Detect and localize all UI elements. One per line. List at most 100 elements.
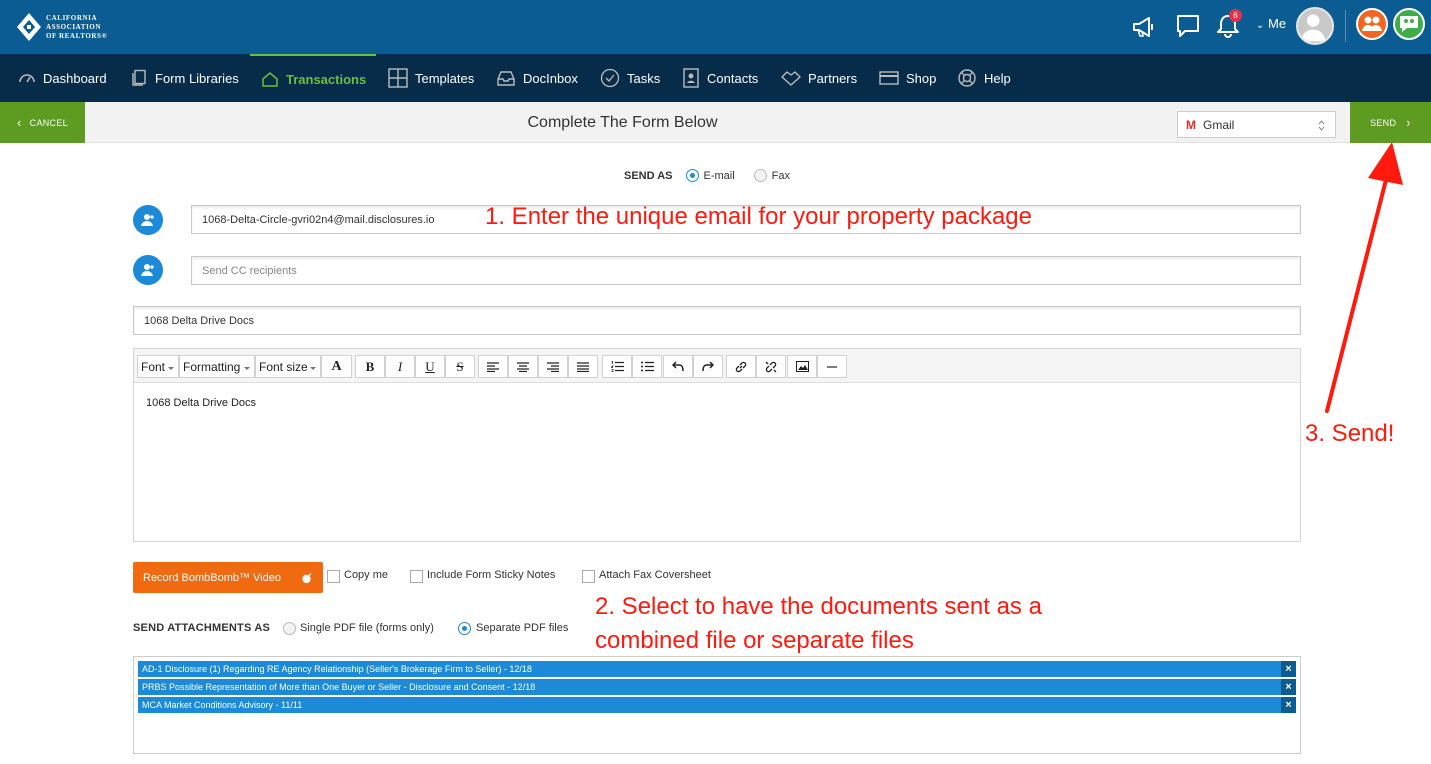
megaphone-icon[interactable]	[1131, 14, 1157, 40]
nav-label: Dashboard	[43, 70, 107, 86]
underline-icon[interactable]: U	[415, 355, 445, 378]
link-icon[interactable]	[726, 355, 756, 378]
email-radio-label[interactable]: E-mail	[704, 170, 735, 182]
text-color-icon[interactable]: A	[321, 355, 352, 378]
undo-icon[interactable]	[663, 355, 693, 378]
record-bombbomb-button[interactable]: Record BombBomb™ Video	[133, 562, 323, 593]
fax-coversheet-label[interactable]: Attach Fax Coversheet	[599, 569, 711, 581]
email-radio[interactable]	[685, 169, 699, 182]
copy-me-checkbox[interactable]	[327, 570, 340, 583]
message-editor: Font Formatting Font size A B I U S 1068…	[133, 348, 1301, 542]
add-cc-button[interactable]	[133, 255, 163, 285]
add-recipient-button[interactable]	[133, 205, 163, 235]
add-person-icon	[141, 214, 154, 226]
font-dropdown[interactable]: Font	[137, 355, 179, 378]
font-size-dropdown[interactable]: Font size	[255, 355, 321, 378]
copy-me-label[interactable]: Copy me	[344, 569, 388, 581]
nav-item-transactions[interactable]: Transactions	[250, 54, 376, 102]
send-label: SEND	[1370, 117, 1397, 128]
editor-toolbar: Font Formatting Font size A B I U S	[134, 349, 1300, 383]
send-button[interactable]: SEND ›	[1350, 102, 1431, 143]
cc-input[interactable]: Send CC recipients	[191, 256, 1301, 285]
align-right-icon[interactable]	[538, 355, 568, 378]
nav-item-shop[interactable]: Shop	[879, 54, 936, 102]
redo-icon[interactable]	[693, 355, 723, 378]
attachment-item[interactable]: PRBS Possible Representation of More tha…	[138, 679, 1296, 695]
nav-item-dashboard[interactable]: Dashboard	[18, 54, 107, 102]
house-icon	[262, 72, 278, 87]
me-menu[interactable]: ⌄ Me	[1256, 16, 1286, 31]
car-logo[interactable]: CALIFORNIA ASSOCIATION OF REALTORS®	[16, 9, 126, 45]
nav-item-partners[interactable]: Partners	[781, 54, 857, 102]
mail-provider-select[interactable]: M Gmail	[1177, 111, 1336, 138]
bombbomb-label: Record BombBomb™ Video	[143, 571, 281, 584]
avatar[interactable]	[1296, 7, 1334, 45]
separate-pdf-radio[interactable]	[458, 622, 471, 635]
cancel-button[interactable]: ‹ CANCEL	[0, 102, 85, 143]
action-bar: ‹ CANCEL Complete The Form Below M Gmail…	[0, 102, 1431, 143]
nav-item-help[interactable]: Help	[957, 54, 1011, 102]
single-pdf-label[interactable]: Single PDF file (forms only)	[300, 622, 434, 634]
select-arrows-icon	[1318, 120, 1325, 131]
align-left-icon[interactable]	[478, 355, 508, 378]
annotation-arrow	[1325, 142, 1403, 413]
nav-label: Transactions	[286, 71, 367, 87]
align-center-icon[interactable]	[508, 355, 538, 378]
person-silhouette-icon	[1300, 14, 1326, 42]
green-chat-app-icon[interactable]	[1393, 8, 1425, 40]
nav-label: Form Libraries	[155, 70, 239, 86]
nav-label: Help	[984, 70, 1011, 86]
unordered-list-icon[interactable]	[632, 355, 662, 378]
attachment-list: AD-1 Disclosure (1) Regarding RE Agency …	[133, 656, 1301, 754]
horizontal-rule-icon[interactable]	[817, 355, 847, 378]
bold-icon[interactable]: B	[355, 355, 385, 378]
fax-coversheet-checkbox[interactable]	[582, 570, 595, 583]
nav-label: Templates	[415, 70, 475, 86]
attachment-item[interactable]: AD-1 Disclosure (1) Regarding RE Agency …	[138, 661, 1296, 677]
strikethrough-icon[interactable]: S	[445, 355, 475, 378]
me-label: Me	[1268, 16, 1287, 31]
ordered-list-icon[interactable]	[602, 355, 632, 378]
attachment-item[interactable]: MCA Market Conditions Advisory - 11/11 ×	[138, 697, 1296, 713]
orange-app-icon[interactable]	[1356, 8, 1388, 40]
editor-body[interactable]: 1068 Delta Drive Docs	[146, 397, 256, 409]
send-attachments-label: SEND ATTACHMENTS AS	[133, 622, 271, 634]
sticky-notes-label[interactable]: Include Form Sticky Notes	[427, 569, 555, 581]
nav-item-docinbox[interactable]: DocInbox	[496, 54, 578, 102]
logo-text: CALIFORNIA ASSOCIATION OF REALTORS®	[46, 13, 108, 40]
fax-radio[interactable]	[753, 169, 767, 182]
image-icon[interactable]	[787, 355, 817, 378]
add-person-icon	[141, 264, 154, 276]
nav-item-tasks[interactable]: Tasks	[600, 54, 660, 102]
attachment-name: MCA Market Conditions Advisory - 11/11	[142, 700, 303, 710]
italic-icon[interactable]: I	[385, 355, 415, 378]
grid-icon	[388, 68, 408, 88]
bomb-icon	[302, 573, 312, 584]
single-pdf-radio[interactable]	[283, 622, 296, 635]
justify-icon[interactable]	[568, 355, 598, 378]
remove-attachment-icon[interactable]: ×	[1281, 697, 1296, 713]
inbox-icon	[497, 71, 515, 86]
attachment-name: AD-1 Disclosure (1) Regarding RE Agency …	[142, 664, 532, 674]
gmail-icon: M	[1186, 117, 1196, 132]
chat-icon[interactable]	[1175, 13, 1201, 39]
contact-card-icon	[683, 68, 699, 88]
remove-attachment-icon[interactable]: ×	[1281, 679, 1296, 695]
annotation-step-2-line-1: 2. Select to have the documents sent as …	[595, 593, 1042, 620]
notification-badge: 6	[1229, 9, 1242, 22]
fax-radio-label[interactable]: Fax	[772, 170, 790, 182]
separate-pdf-label[interactable]: Separate PDF files	[476, 622, 568, 634]
sticky-notes-checkbox[interactable]	[410, 570, 423, 583]
unlink-icon[interactable]	[756, 355, 786, 378]
send-as-label: SEND AS	[624, 169, 673, 182]
subject-field[interactable]: 1068 Delta Drive Docs	[133, 306, 1301, 335]
nav-item-contacts[interactable]: Contacts	[682, 54, 758, 102]
nav-label: Contacts	[707, 70, 759, 86]
nav-item-templates[interactable]: Templates	[388, 54, 474, 102]
remove-attachment-icon[interactable]: ×	[1281, 661, 1296, 677]
formatting-dropdown[interactable]: Formatting	[179, 355, 255, 378]
topbar-divider	[1345, 10, 1346, 42]
annotation-step-1: 1. Enter the unique email for your prope…	[485, 203, 1032, 230]
nav-item-form-libraries[interactable]: Form Libraries	[130, 54, 239, 102]
nav-label: Tasks	[627, 70, 661, 86]
